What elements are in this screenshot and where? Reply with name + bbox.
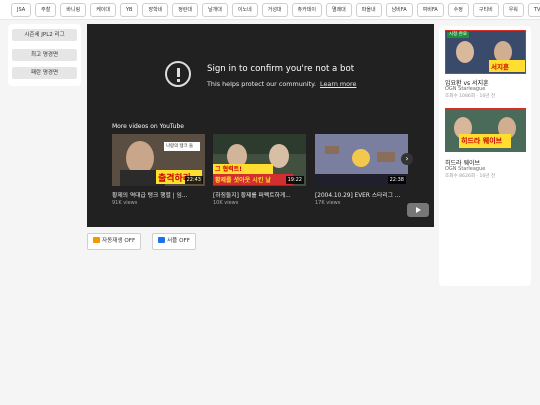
related-thumbnail[interactable]: 히드라 웨이브 — [445, 108, 526, 152]
tag-button[interactable]: YB — [120, 2, 139, 17]
subtitle-icon — [158, 237, 165, 243]
autoplay-icon — [93, 237, 100, 243]
video-title[interactable]: 황제의 역대급 탱크 행렬 | 임... — [112, 190, 207, 199]
video-title[interactable]: [하징둘지] 황제를 퍼펙트하게... — [213, 190, 308, 199]
thumbnail-overlay-text: 히드라 웨이브 — [461, 137, 503, 145]
sidebar: 시즌세 JPL2 리그 최고 명경면 패란 명경면 — [8, 24, 81, 86]
thumbnail-caption: 나랑의 탱크 들 — [166, 144, 194, 149]
related-channel[interactable]: OGN Starleague — [445, 86, 485, 92]
thumbnail-overlay-text: 황제를 셧아웃 시킨 날 — [215, 177, 271, 184]
related-meta: 조회수 8626회 · 16년 전 — [445, 174, 496, 179]
learn-more-link[interactable]: Learn more — [320, 80, 356, 88]
tag-button[interactable]: JSA — [11, 2, 32, 17]
video-views: 10K views — [213, 200, 239, 206]
related-thumbnail[interactable]: 시청 완료 서지훈 — [445, 30, 526, 74]
tag-button[interactable]: 파올내 — [355, 2, 382, 17]
video-thumbnail[interactable]: 22:38 — [315, 134, 408, 186]
sidebar-item-jpl2-league[interactable]: 시즌세 JPL2 리그 — [12, 29, 77, 41]
video-duration: 19:22 — [285, 176, 304, 184]
video-views: 91K views — [112, 200, 138, 206]
tag-button[interactable]: 주찰 — [35, 2, 57, 17]
thumbnail-caption: 그 협력트! — [215, 166, 242, 173]
related-video-card[interactable]: 시청 완료 서지훈 임요환 vs 서지훈 OGN Starleague 조회수 … — [445, 30, 526, 100]
sidebar-item-best-matches[interactable]: 최고 명경면 — [12, 49, 77, 61]
subtitle-label: 서플 OFF — [167, 238, 190, 244]
youtube-logo-icon[interactable] — [407, 203, 429, 217]
related-panel: 시청 완료 서지훈 임요환 vs 서지훈 OGN Starleague 조회수 … — [439, 26, 531, 286]
subtitle-toggle-button[interactable]: 서플 OFF — [152, 233, 196, 250]
tag-button[interactable]: 츄카데이 — [291, 2, 322, 17]
video-title[interactable]: [2004.10.29] EVER 스타리그 ... — [315, 190, 410, 199]
chevron-right-icon[interactable]: › — [401, 153, 413, 165]
bot-check-title: Sign in to confirm you're not a bot — [207, 64, 355, 74]
tag-button[interactable]: 정란대 — [172, 2, 199, 17]
more-videos-label: More videos on YouTube — [112, 123, 184, 130]
tag-button[interactable]: 구티비 — [472, 2, 499, 17]
video-thumbnail[interactable]: 나랑의 탱크 들 출격하라 22:43 — [112, 134, 205, 186]
tag-button[interactable]: 날개대 — [202, 2, 228, 17]
autoplay-label: 자동재생 OFF — [102, 238, 136, 244]
watched-badge: 시청 완료 — [447, 32, 469, 38]
tag-bar: JSA 주찰 바니링 케이대 YB 장학네 정란대 날개대 이노네 거성대 츄카데이 멸쾌대 파올내 남비… — [0, 0, 540, 20]
tag-button[interactable]: 멸쾌대 — [325, 2, 352, 17]
tag-button[interactable]: 우워 — [502, 2, 524, 17]
related-meta: 조회수 1086회 · 16년 전 — [445, 94, 496, 99]
tag-button[interactable]: 장학네 — [142, 2, 169, 17]
thumbnail-overlay-text: 서지훈 — [491, 63, 509, 71]
tag-button[interactable]: 거성대 — [261, 2, 288, 17]
tag-button[interactable]: 남비FA — [385, 2, 413, 17]
video-views: 17K views — [315, 200, 341, 206]
video-duration: 22:43 — [184, 176, 203, 184]
tag-button[interactable]: 이노네 — [231, 2, 258, 17]
video-thumbnail[interactable]: 그 협력트! 황제를 셧아웃 시킨 날 19:22 — [213, 134, 306, 186]
related-video-card[interactable]: 히드라 웨이브 히드라 웨이브 OGN Starleague 조회수 8626회… — [445, 108, 526, 179]
warning-icon — [165, 61, 191, 87]
autoplay-toggle-button[interactable]: 자동재생 OFF — [87, 233, 142, 250]
related-channel[interactable]: OGN Starleague — [445, 166, 485, 172]
bot-check-subtitle: This helps protect our community. Learn … — [207, 80, 356, 88]
bot-check-text: This helps protect our community. — [207, 80, 316, 88]
sidebar-item-losing-matches[interactable]: 패란 명경면 — [12, 67, 77, 79]
tag-button[interactable]: TV영방송 — [527, 2, 540, 17]
tag-button[interactable]: 여비FA — [416, 2, 444, 17]
tag-button[interactable]: 수정 — [447, 2, 469, 17]
tag-button[interactable]: 바니링 — [60, 2, 87, 17]
tag-button[interactable]: 케이대 — [90, 2, 116, 17]
video-duration: 22:38 — [387, 176, 406, 184]
